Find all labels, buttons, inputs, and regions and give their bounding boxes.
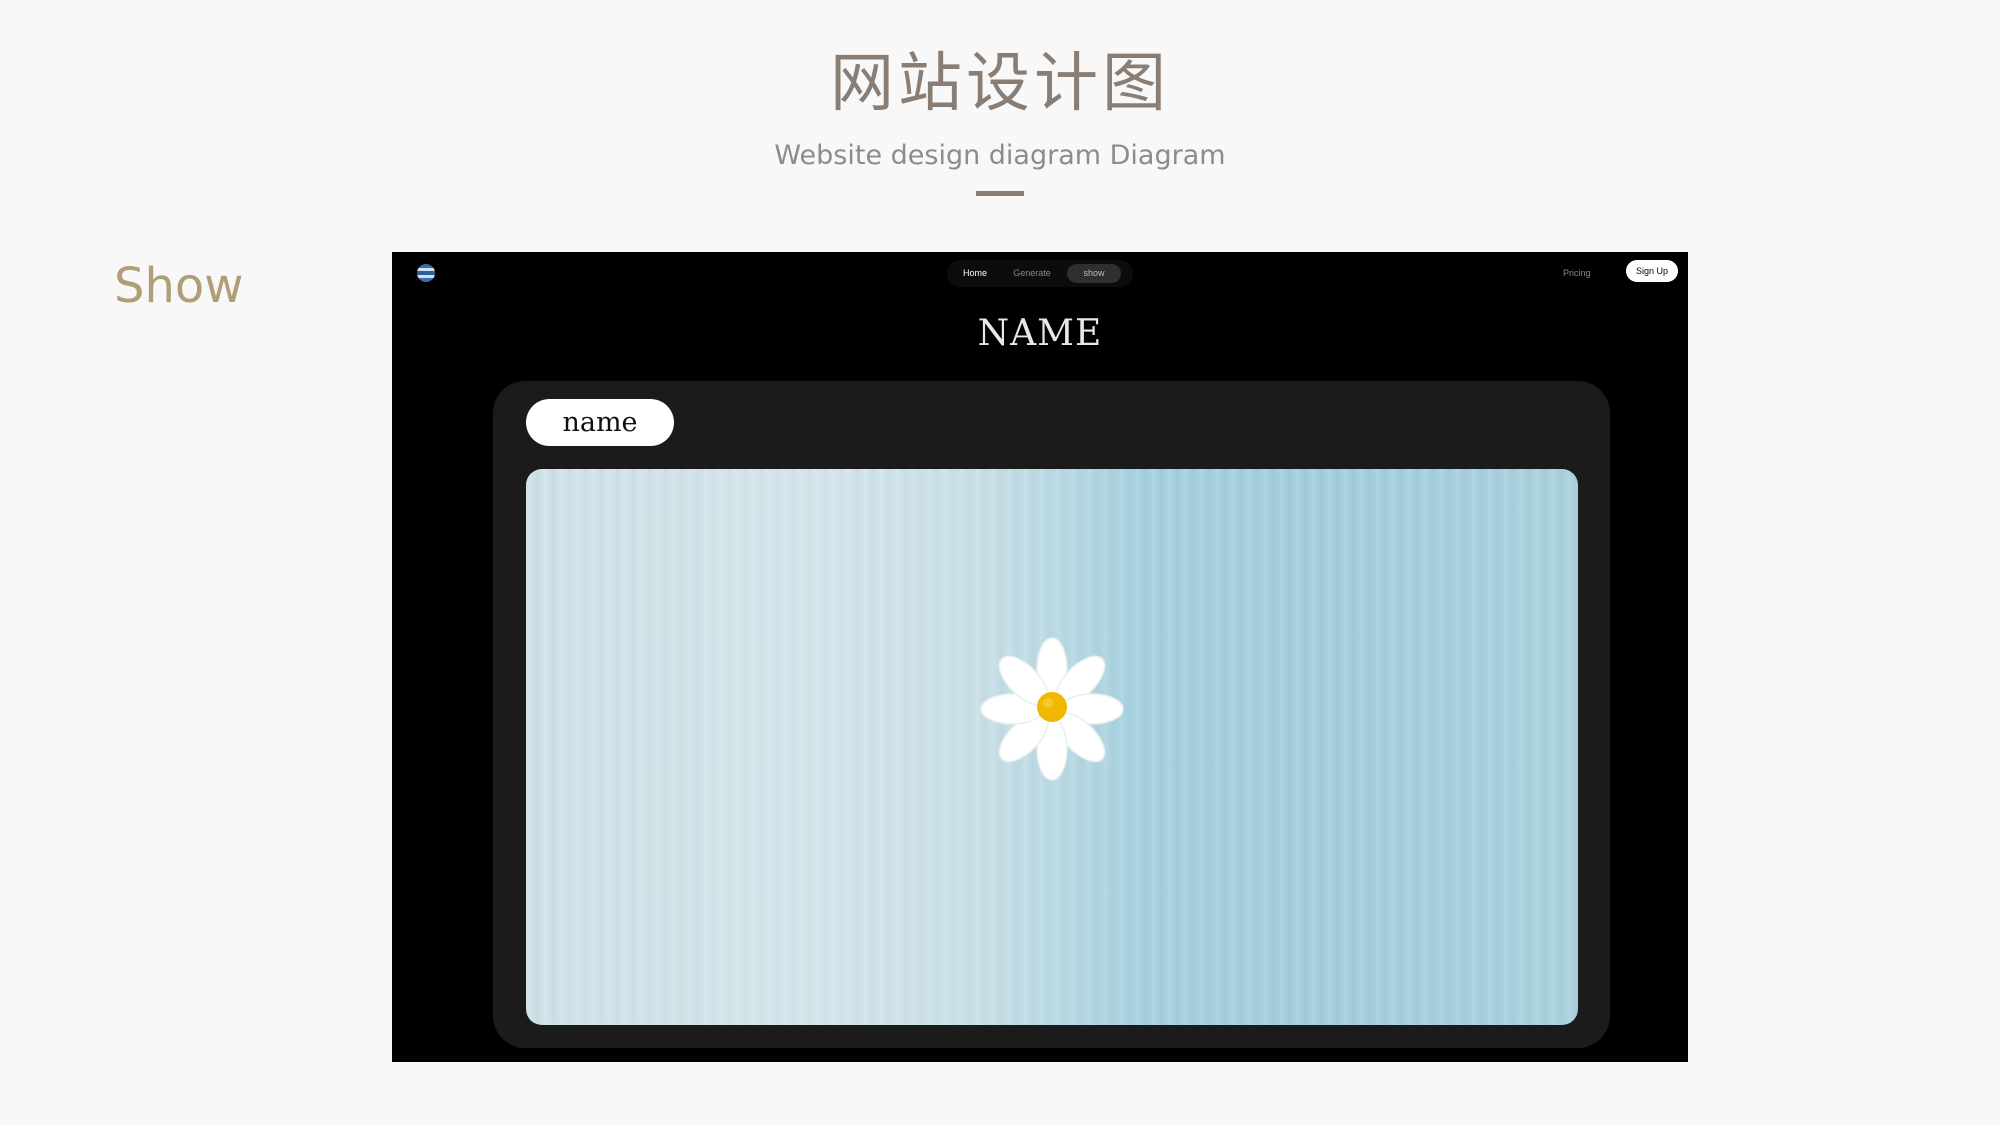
- sign-up-button[interactable]: Sign Up: [1626, 260, 1678, 282]
- daisy-center: [1037, 692, 1067, 722]
- tab-home[interactable]: Home: [955, 264, 995, 283]
- page-subtitle: Website design diagram Diagram: [774, 140, 1226, 171]
- section-label: Show: [114, 258, 244, 314]
- artwork-image: [526, 469, 1578, 1025]
- daisy-flower: [980, 637, 1124, 781]
- pricing-link[interactable]: Pricing: [1563, 265, 1591, 281]
- website-mockup: Home Generate show Pricing Sign Up NAME …: [392, 252, 1688, 1062]
- content-card: name: [493, 381, 1610, 1048]
- hero-title: NAME: [977, 313, 1103, 354]
- name-pill: name: [526, 399, 674, 446]
- nav-tabs: Home Generate show: [947, 260, 1133, 287]
- tab-show[interactable]: show: [1067, 264, 1121, 283]
- title-divider: [976, 191, 1024, 196]
- page-title: 网站设计图: [830, 47, 1170, 121]
- globe-logo-icon[interactable]: [417, 264, 435, 282]
- tab-generate[interactable]: Generate: [1007, 264, 1057, 283]
